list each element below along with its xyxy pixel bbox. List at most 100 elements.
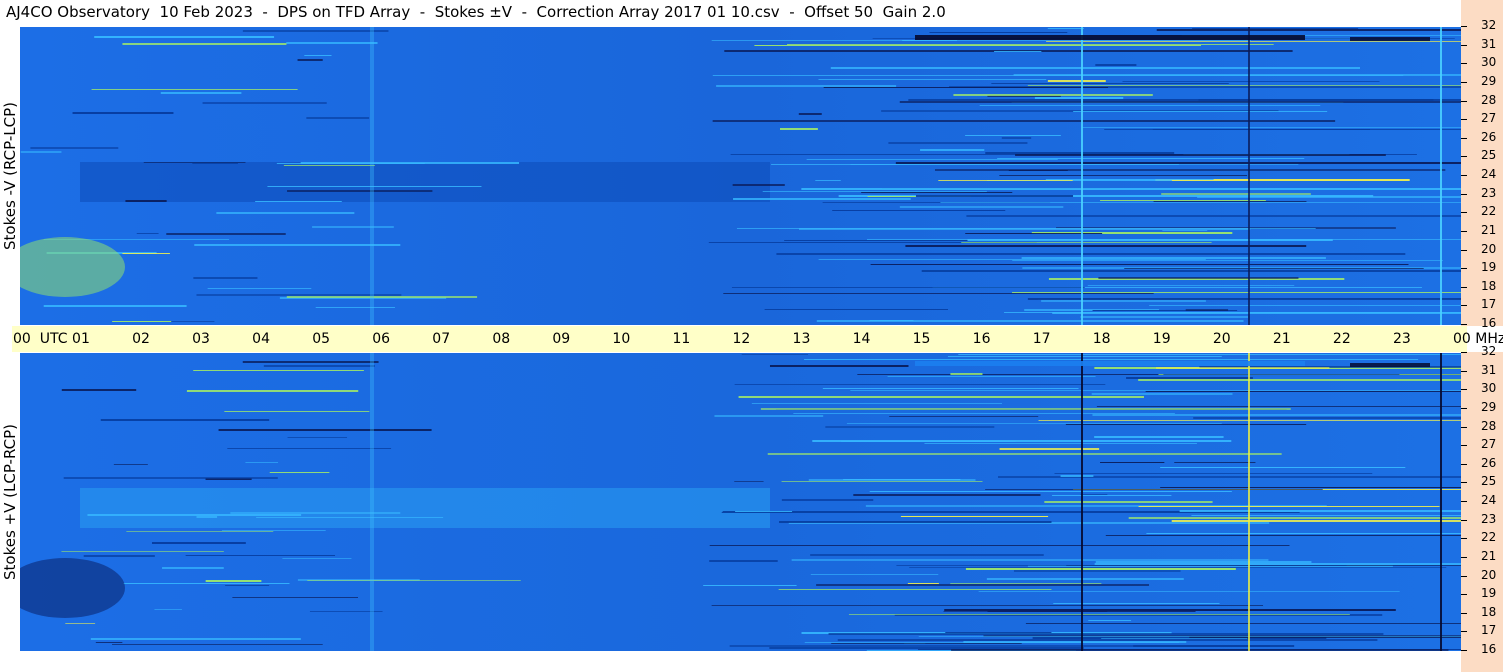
freq-tick-mark — [1461, 156, 1467, 158]
heatmap-streak — [20, 151, 62, 153]
heatmap-streak — [929, 32, 1068, 33]
freq-tick-mark — [1461, 575, 1467, 577]
heatmap-streak — [267, 186, 482, 187]
time-tick-label: 12 — [732, 331, 751, 347]
heatmap-streak — [1192, 28, 1359, 29]
heatmap-streak — [991, 83, 1229, 84]
heatmap-streak — [1044, 501, 1213, 503]
heatmap-streak — [1095, 64, 1137, 66]
heatmap-streak — [136, 233, 159, 234]
heatmap-streak — [1100, 462, 1165, 463]
freq-tick-label: 21 — [1481, 222, 1497, 237]
freq-tick-label: 30 — [1481, 55, 1497, 70]
heatmap-streak — [816, 584, 1150, 586]
heatmap-streak — [1171, 520, 1461, 522]
heatmap-streak — [804, 359, 1419, 360]
freq-tick-mark — [1461, 175, 1467, 176]
heatmap-streak — [1001, 137, 1032, 139]
heatmap-streak — [915, 195, 1074, 197]
heatmap-streak — [963, 641, 1187, 643]
heatmap-streak — [1034, 97, 1124, 99]
chart-title: AJ4CO Observatory 10 Feb 2023 - DPS on T… — [6, 3, 946, 21]
heatmap-streak — [967, 239, 1333, 241]
freq-tick-label: 24 — [1481, 493, 1497, 507]
heatmap-streak — [227, 448, 392, 449]
heatmap-streak — [196, 516, 218, 518]
heatmap-streak — [1197, 196, 1461, 198]
heatmap-streak — [764, 309, 949, 310]
freq-tick-mark — [1461, 352, 1467, 353]
heatmap-streak — [1126, 377, 1253, 379]
heatmap-streak — [1046, 41, 1461, 42]
heatmap-streak — [162, 567, 224, 569]
heatmap-streak — [283, 165, 375, 166]
heatmap-streak — [1004, 312, 1461, 313]
heatmap-streak — [778, 589, 1052, 590]
heatmap-burst — [1350, 37, 1430, 41]
freq-tick-mark — [1461, 26, 1467, 27]
time-tick-label: 06 — [372, 331, 391, 347]
freq-tick-mark — [1461, 501, 1467, 502]
heatmap-streak — [1047, 80, 1106, 82]
heatmap-streak — [61, 551, 224, 552]
heatmap-streak — [1096, 406, 1461, 407]
heatmap-streak — [83, 555, 155, 557]
heatmap-streak — [91, 89, 298, 90]
heatmap-streak — [767, 453, 1282, 455]
heatmap-streak — [921, 270, 1461, 272]
time-tick-label: 00 UTC — [13, 331, 68, 347]
heatmap-streak — [850, 164, 1299, 165]
heatmap-streak — [207, 288, 312, 289]
freq-tick-mark — [1461, 426, 1467, 428]
heatmap-streak — [832, 210, 1006, 211]
heatmap-streak — [994, 51, 1042, 52]
heatmap-streak — [781, 499, 874, 501]
heatmap-streak — [769, 365, 909, 367]
heatmap-streak — [242, 361, 379, 363]
time-tick-label: 16 — [972, 331, 991, 347]
heatmap-streak — [1065, 424, 1307, 425]
heatmap-streak — [306, 117, 370, 119]
heatmap-streak — [965, 568, 1236, 570]
freq-tick-label: 32 — [1481, 344, 1497, 358]
heatmap-streak — [1041, 300, 1206, 302]
heatmap-streak — [729, 645, 1270, 647]
heatmap-streak — [950, 583, 1102, 584]
heatmap-streak — [985, 152, 1175, 154]
freq-tick-label: 29 — [1481, 73, 1497, 88]
heatmap-burst — [915, 35, 1305, 40]
heatmap-streak — [1156, 367, 1330, 369]
heatmap-streak — [100, 419, 270, 421]
time-tick-label: 10 — [612, 331, 631, 347]
freq-tick-label: 32 — [1481, 18, 1497, 32]
spectrogram-bottom-svg — [20, 353, 1461, 651]
heatmap-streak — [1105, 535, 1461, 536]
heatmap-streak — [793, 413, 1175, 414]
heatmap-streak — [151, 542, 246, 544]
heatmap-streak — [232, 597, 358, 598]
heatmap-streak — [1138, 379, 1461, 381]
heatmap-streak — [1021, 257, 1326, 259]
heatmap-streak — [735, 511, 793, 512]
freq-tick-label: 26 — [1481, 455, 1497, 470]
heatmap-streak — [703, 585, 797, 586]
heatmap-streak — [1152, 129, 1370, 130]
heatmap-streak — [1179, 510, 1461, 512]
freq-tick-mark — [1461, 556, 1467, 558]
heatmap-streak — [818, 79, 1047, 80]
time-tick-label: 08 — [492, 331, 511, 347]
heatmap-streak — [30, 147, 119, 149]
heatmap-band — [80, 488, 770, 528]
heatmap-streak — [125, 200, 167, 202]
freq-tick-mark — [1461, 137, 1467, 139]
heatmap-vline — [1440, 27, 1442, 325]
heatmap-vline — [1248, 353, 1250, 651]
heatmap-streak — [286, 296, 478, 298]
heatmap-streak — [895, 162, 1461, 164]
heatmap-streak — [1012, 292, 1461, 293]
heatmap-streak — [947, 356, 1222, 357]
heatmap-streak — [899, 101, 1461, 103]
heatmap-streak — [779, 521, 1052, 523]
freq-tick-label: 26 — [1481, 129, 1497, 144]
time-tick-label: 13 — [792, 331, 811, 347]
